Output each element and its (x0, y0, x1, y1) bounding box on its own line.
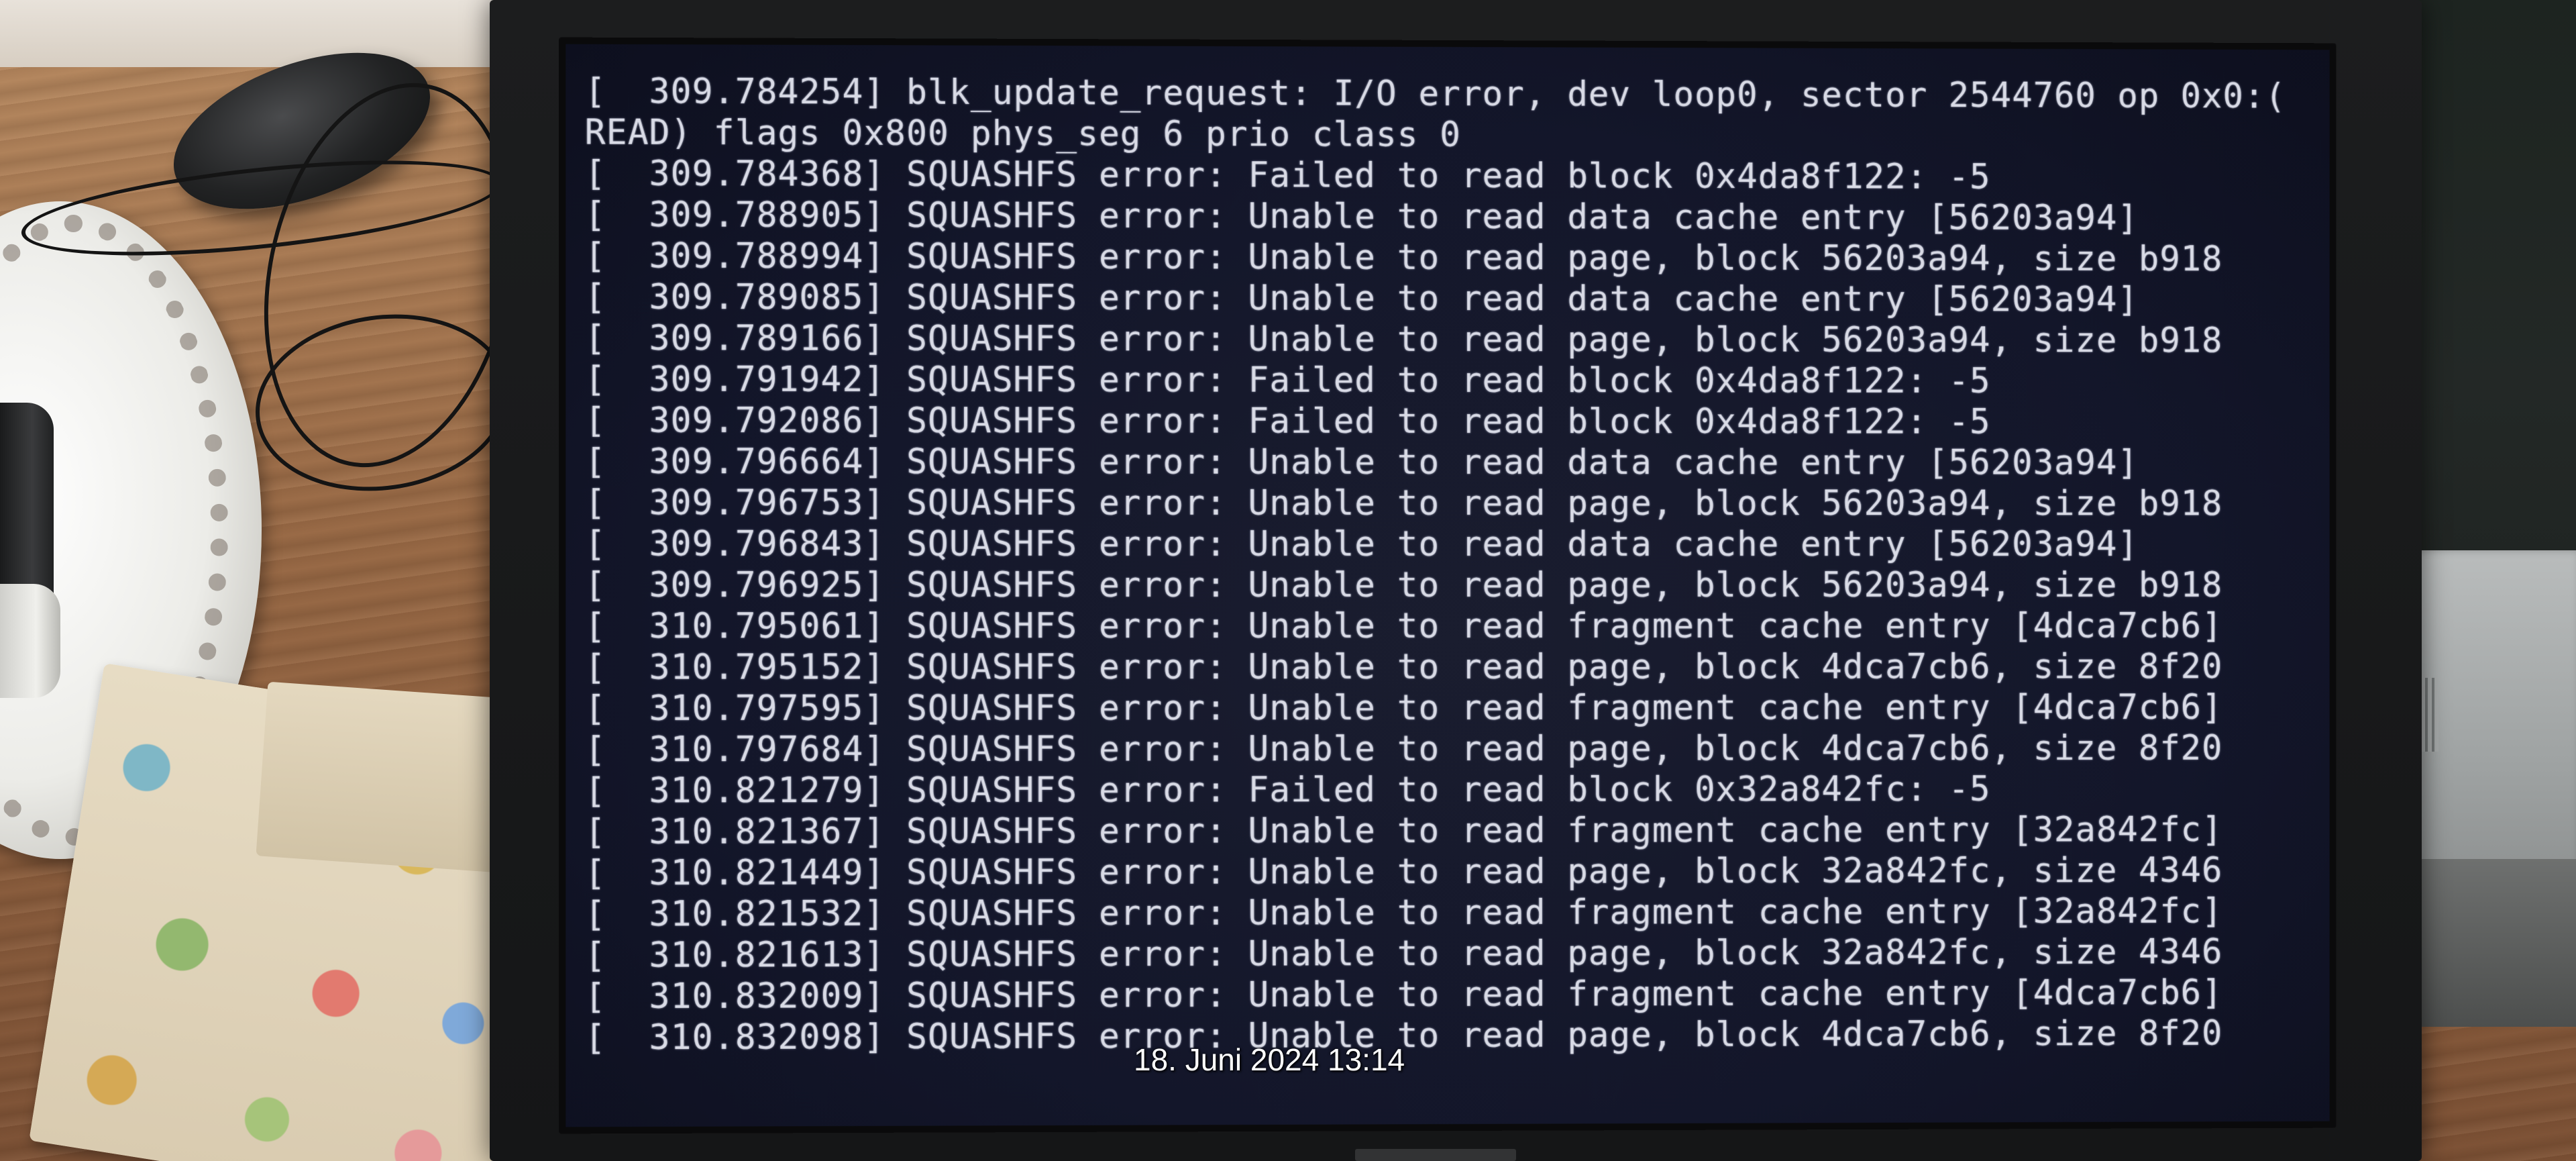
console-line: [ 309.796925] SQUASHFS error: Unable to … (584, 565, 2223, 606)
console-line: [ 309.789166] SQUASHFS error: Unable to … (584, 318, 2223, 361)
laptop-logo (1355, 1149, 1516, 1161)
background-wall (0, 0, 510, 67)
console-line: [ 309.796753] SQUASHFS error: Unable to … (584, 483, 2223, 524)
console-line: [ 310.795152] SQUASHFS error: Unable to … (584, 647, 2223, 688)
console-line: [ 310.832009] SQUASHFS error: Unable to … (584, 973, 2223, 1017)
photo-scene: [ 309.784254] blk_update_request: I/O er… (0, 0, 2576, 1161)
console-line: [ 310.821532] SQUASHFS error: Unable to … (584, 891, 2223, 935)
console-line: [ 309.784254] blk_update_request: I/O er… (584, 71, 2286, 117)
console-line: [ 309.796843] SQUASHFS error: Unable to … (584, 524, 2139, 565)
console-line: [ 310.797595] SQUASHFS error: Unable to … (584, 688, 2223, 729)
console-line: [ 309.792086] SQUASHFS error: Failed to … (584, 401, 1991, 442)
console-line: [ 310.821279] SQUASHFS error: Failed to … (584, 770, 1991, 811)
console-line: [ 310.832098] SQUASHFS error: Unable to … (584, 1013, 2223, 1058)
console-line: [ 310.795061] SQUASHFS error: Unable to … (584, 606, 2223, 647)
console-line: [ 309.788905] SQUASHFS error: Unable to … (584, 195, 2139, 239)
cup-white-base (0, 584, 60, 698)
console-line: [ 310.821613] SQUASHFS error: Unable to … (584, 932, 2223, 976)
console-line: READ) flags 0x800 phys_seg 6 prio class … (584, 113, 1461, 156)
console-line: [ 310.797684] SQUASHFS error: Unable to … (584, 728, 2223, 770)
console-line: [ 309.789085] SQUASHFS error: Unable to … (584, 277, 2139, 320)
kernel-log-console: [ 309.784254] blk_update_request: I/O er… (585, 71, 2315, 1059)
laptop-screen: [ 309.784254] blk_update_request: I/O er… (559, 37, 2337, 1134)
console-line: [ 310.821367] SQUASHFS error: Unable to … (584, 810, 2223, 853)
console-line: [ 309.788994] SQUASHFS error: Unable to … (584, 236, 2223, 280)
console-line: [ 309.791942] SQUASHFS error: Failed to … (584, 360, 1991, 401)
console-line: [ 309.784368] SQUASHFS error: Failed to … (584, 154, 1991, 197)
console-line: [ 310.821449] SQUASHFS error: Unable to … (584, 851, 2223, 894)
photo-timestamp: 18. Juni 2024 13:14 (1134, 1042, 1405, 1077)
console-line: [ 309.796664] SQUASHFS error: Unable to … (584, 442, 2139, 483)
